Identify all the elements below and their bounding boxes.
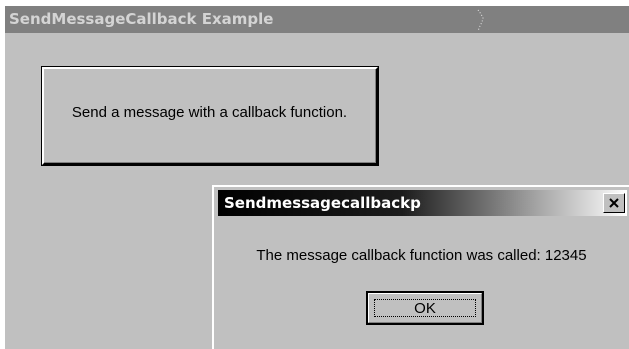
message-box-dialog: Sendmessagecallbackp The message callbac…: [212, 185, 629, 349]
send-message-button-bevel: Send a message with a callback function.: [44, 69, 376, 163]
close-button[interactable]: [603, 193, 625, 213]
main-titlebar[interactable]: SendMessageCallback Example: [5, 6, 629, 33]
message-box-titlebar[interactable]: Sendmessagecallbackp: [218, 190, 627, 216]
send-message-button-label: Send a message with a callback function.: [71, 104, 348, 121]
screen: SendMessageCallback Example Send a messa…: [0, 0, 629, 349]
ok-button-label: OK: [414, 300, 436, 317]
message-text: The message callback function was called…: [256, 247, 587, 264]
message-box-title: Sendmessagecallbackp: [224, 194, 421, 212]
cursor-icon: [477, 9, 484, 32]
ok-button-bevel: OK: [368, 293, 482, 323]
send-message-button[interactable]: Send a message with a callback function.: [41, 66, 379, 166]
ok-button[interactable]: OK: [366, 291, 484, 325]
close-icon: [609, 198, 619, 208]
main-window-title: SendMessageCallback Example: [9, 10, 274, 28]
